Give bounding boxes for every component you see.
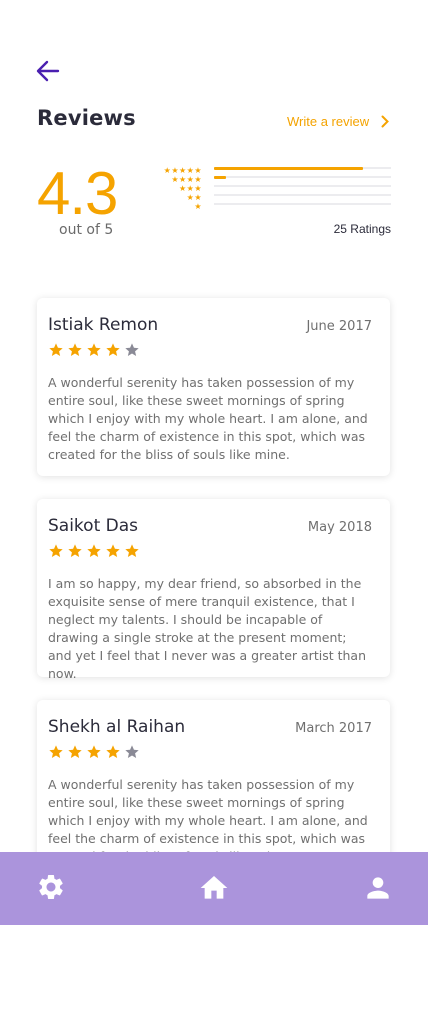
star-filled-icon <box>49 745 63 758</box>
star-row-1: ★ <box>194 202 202 211</box>
reviewer-name: Shekh al Raihan <box>48 717 186 737</box>
distribution-bar-5 <box>214 167 391 170</box>
star-filled-icon <box>125 544 139 557</box>
review-stars <box>48 543 143 559</box>
review-date: March 2017 <box>295 721 372 736</box>
distribution-bar-fill <box>214 176 227 179</box>
distribution-bar-4 <box>214 176 391 179</box>
review-stars <box>48 744 143 760</box>
distribution-bar-fill <box>214 167 363 170</box>
star-filled-icon <box>87 544 101 557</box>
star-filled-icon <box>106 544 120 557</box>
star-empty-icon <box>125 745 139 758</box>
home-nav-button[interactable] <box>198 872 230 908</box>
star-row-5: ★★★★★ <box>163 166 202 175</box>
review-card: Istiak Remon June 2017 A wonderful seren… <box>37 298 390 476</box>
arrow-left-icon <box>36 60 60 82</box>
profile-nav-button[interactable] <box>362 872 394 908</box>
review-text: A wonderful serenity has taken possessio… <box>48 375 368 462</box>
star-filled-icon <box>68 343 82 356</box>
review-date: May 2018 <box>307 520 372 535</box>
star-filled-icon <box>87 343 101 356</box>
review-text: I am so happy, my dear friend, so absorb… <box>48 576 366 681</box>
distribution-star-labels: ★★★★★ ★★★★ ★★★ ★★ ★ <box>150 166 202 211</box>
back-button[interactable] <box>34 58 62 84</box>
score-scale-label: out of 5 <box>59 222 114 238</box>
star-filled-icon <box>87 745 101 758</box>
page-title: Reviews <box>37 106 136 130</box>
distribution-bar-2 <box>214 194 391 196</box>
rating-distribution-bars <box>214 167 391 212</box>
reviewer-name: Istiak Remon <box>48 315 159 335</box>
review-card: Saikot Das May 2018 I am so happy, my de… <box>37 499 390 681</box>
user-icon <box>367 877 389 899</box>
star-filled-icon <box>49 544 63 557</box>
review-date: June 2017 <box>306 319 372 334</box>
star-empty-icon <box>125 343 139 356</box>
reviewer-name: Saikot Das <box>48 516 139 536</box>
star-row-3: ★★★ <box>178 184 202 193</box>
ratings-count: 25 Ratings <box>333 222 391 236</box>
write-review-link[interactable]: Write a review <box>287 114 390 129</box>
star-row-4: ★★★★ <box>171 175 202 184</box>
star-filled-icon <box>68 544 82 557</box>
distribution-bar-3 <box>214 185 391 187</box>
star-filled-icon <box>49 343 63 356</box>
star-filled-icon <box>106 343 120 356</box>
gear-icon <box>39 875 63 899</box>
distribution-bar-1 <box>214 203 391 205</box>
settings-nav-button[interactable] <box>36 872 66 906</box>
write-review-label: Write a review <box>287 114 370 129</box>
home-icon <box>200 876 228 899</box>
average-score: 4.3 <box>37 160 118 227</box>
chevron-right-icon <box>381 115 390 128</box>
star-filled-icon <box>68 745 82 758</box>
bottom-nav-bar <box>0 852 428 925</box>
star-row-2: ★★ <box>186 193 202 202</box>
review-stars <box>48 342 143 358</box>
star-filled-icon <box>106 745 120 758</box>
